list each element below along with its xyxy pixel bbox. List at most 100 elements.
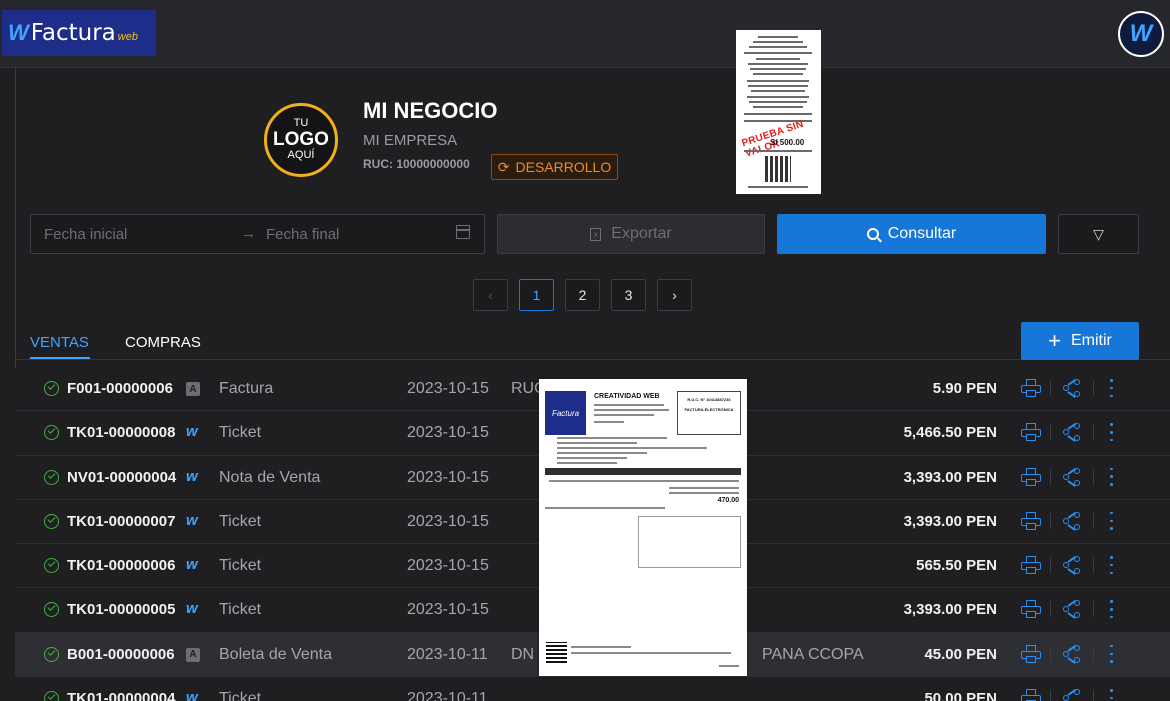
share-icon[interactable] xyxy=(1063,511,1081,531)
invoice-company: CREATIVIDAD WEB xyxy=(594,393,660,400)
table-row[interactable]: TK01-00000004 w Ticket 2023-10-11 50.00 … xyxy=(15,677,1170,701)
divider xyxy=(1050,645,1051,662)
divider xyxy=(15,68,16,368)
share-icon[interactable] xyxy=(1063,644,1081,664)
factura-web-icon: w xyxy=(186,556,198,574)
page-button-2[interactable]: 2 xyxy=(565,279,600,311)
excel-file-icon: x xyxy=(590,227,602,241)
business-company: MI EMPRESA xyxy=(363,132,458,149)
share-icon[interactable] xyxy=(1063,423,1081,442)
brand-logo[interactable]: W Factura web xyxy=(2,10,156,56)
divider xyxy=(1050,601,1051,618)
page-button-3[interactable]: 3 xyxy=(611,279,646,311)
factura-web-icon: w xyxy=(186,423,198,441)
check-circle-icon xyxy=(44,513,59,529)
sync-icon: ⟳ xyxy=(497,158,510,175)
document-date: 2023-10-15 xyxy=(407,601,489,619)
export-button[interactable]: x Exportar xyxy=(497,214,765,254)
document-type: Ticket xyxy=(219,424,262,442)
divider xyxy=(1093,690,1094,701)
document-type: Nota de Venta xyxy=(219,468,321,486)
document-type: Factura xyxy=(219,380,274,397)
document-amount: 5,466.50 PEN xyxy=(903,424,997,442)
print-icon[interactable] xyxy=(1021,467,1041,486)
more-options-icon[interactable] xyxy=(1110,556,1114,575)
brand-mark-icon: W xyxy=(8,20,29,45)
filter-icon: ▽ xyxy=(1093,225,1104,242)
document-type: Boleta de Venta xyxy=(219,645,332,663)
prev-page-button[interactable]: ‹ xyxy=(473,279,508,311)
business-logo: TU LOGO AQUÍ xyxy=(264,103,338,177)
share-icon[interactable] xyxy=(1063,600,1081,620)
receipt-preview[interactable]: PRUEBA SIN VALOR S/ 500.00 xyxy=(736,30,821,194)
divider xyxy=(1093,512,1094,529)
share-icon[interactable] xyxy=(1063,467,1081,487)
divider xyxy=(1050,512,1051,529)
more-options-icon[interactable] xyxy=(1110,467,1114,486)
check-circle-icon xyxy=(44,602,59,618)
print-icon[interactable] xyxy=(1021,423,1041,442)
more-options-icon[interactable] xyxy=(1110,423,1114,442)
divider xyxy=(15,359,1170,360)
document-number[interactable]: TK01-00000007 xyxy=(67,513,175,530)
invoice-preview[interactable]: Factura CREATIVIDAD WEB R.U.C. N° 104138… xyxy=(539,379,747,676)
document-type: Ticket xyxy=(219,512,262,530)
next-page-button[interactable]: › xyxy=(657,279,692,311)
share-icon[interactable] xyxy=(1063,556,1081,575)
print-icon[interactable] xyxy=(1021,379,1041,397)
page-button-1[interactable]: 1 xyxy=(519,279,554,311)
user-avatar[interactable]: W xyxy=(1118,11,1164,57)
date-range-picker[interactable]: Fecha inicial → Fecha final xyxy=(30,214,485,254)
print-icon[interactable] xyxy=(1021,600,1041,619)
invoice-total: 470.00 xyxy=(717,497,739,504)
emit-button[interactable]: + Emitir xyxy=(1021,322,1139,360)
brand-sub: web xyxy=(117,31,138,43)
more-options-icon[interactable] xyxy=(1110,600,1114,619)
document-number[interactable]: TK01-00000006 xyxy=(67,557,175,574)
more-options-icon[interactable] xyxy=(1110,511,1114,530)
client-id: DN xyxy=(511,645,535,663)
end-date-input[interactable]: Fecha final xyxy=(266,226,339,243)
document-number[interactable]: TK01-00000008 xyxy=(67,424,175,441)
document-amount: 50.00 PEN xyxy=(924,690,997,701)
more-options-icon[interactable] xyxy=(1110,379,1114,397)
print-icon[interactable] xyxy=(1021,644,1041,663)
check-circle-icon xyxy=(44,381,59,396)
factura-web-icon: w xyxy=(186,689,198,701)
document-number[interactable]: B001-00000006 xyxy=(67,646,175,663)
calendar-icon[interactable] xyxy=(456,225,470,239)
document-number[interactable]: TK01-00000004 xyxy=(67,690,175,701)
client-name: PANA CCOPA xyxy=(762,645,864,663)
check-circle-icon xyxy=(44,425,59,441)
print-icon[interactable] xyxy=(1021,689,1041,701)
share-icon[interactable] xyxy=(1063,689,1081,701)
more-options-icon[interactable] xyxy=(1110,644,1114,663)
start-date-input[interactable]: Fecha inicial xyxy=(44,226,127,243)
check-circle-icon xyxy=(44,558,59,574)
invoice-id-box: R.U.C. N° 10413887236 FACTURA ELECTRÓNIC… xyxy=(677,391,741,435)
document-number[interactable]: F001-00000006 xyxy=(67,380,173,397)
document-number[interactable]: TK01-00000005 xyxy=(67,601,175,618)
check-circle-icon xyxy=(44,646,59,662)
divider xyxy=(1093,424,1094,441)
tab-sales[interactable]: VENTAS xyxy=(30,334,89,351)
top-bar: W Factura web W xyxy=(0,0,1170,68)
divider xyxy=(1050,424,1051,441)
filter-button[interactable]: ▽ xyxy=(1058,214,1139,254)
tab-purchases[interactable]: COMPRAS xyxy=(125,334,201,351)
invoice-type: FACTURA ELECTRÓNICA xyxy=(684,407,734,412)
search-icon xyxy=(866,228,879,240)
range-arrow-icon: → xyxy=(241,225,256,242)
print-icon[interactable] xyxy=(1021,511,1041,530)
logo-text-bottom: AQUÍ xyxy=(287,148,315,161)
share-icon[interactable] xyxy=(1063,378,1081,398)
query-button[interactable]: Consultar xyxy=(777,214,1046,254)
document-date: 2023-10-15 xyxy=(407,424,489,442)
auto-icon: A xyxy=(186,382,200,396)
export-label: Exportar xyxy=(611,225,672,242)
check-circle-icon xyxy=(44,469,59,485)
print-icon[interactable] xyxy=(1021,556,1041,575)
document-number[interactable]: NV01-00000004 xyxy=(67,469,176,486)
more-options-icon[interactable] xyxy=(1110,689,1114,701)
receipt-total: S/ 500.00 xyxy=(770,138,805,147)
